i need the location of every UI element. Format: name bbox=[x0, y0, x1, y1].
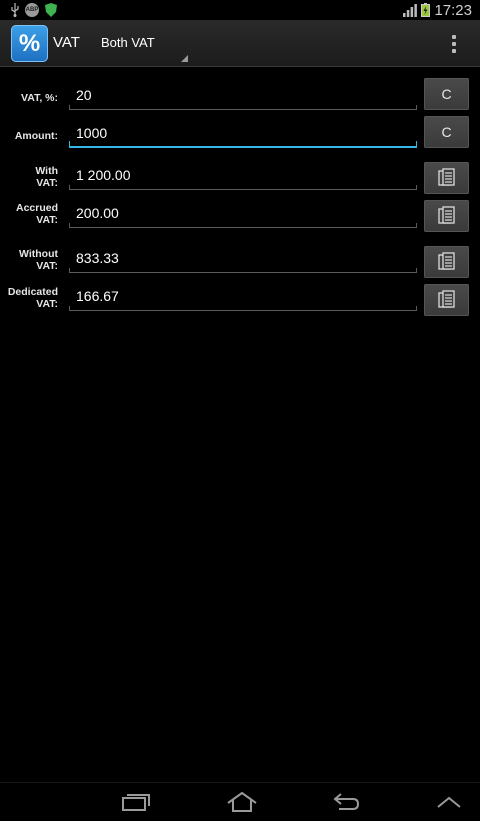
usb-icon bbox=[11, 3, 19, 17]
copy-icon bbox=[437, 252, 455, 270]
with-vat-label-line1: With bbox=[35, 165, 58, 177]
without-vat-label-line1: Without bbox=[19, 248, 58, 260]
spinner-arrow-icon bbox=[181, 55, 188, 62]
status-time: 17:23 bbox=[434, 1, 472, 19]
without-vat-row: Without VAT: 833.33 bbox=[0, 246, 480, 286]
recent-apps-button[interactable] bbox=[116, 787, 156, 817]
action-bar: % VAT Both VAT bbox=[0, 20, 480, 67]
without-vat-field[interactable]: 833.33 bbox=[69, 247, 417, 273]
amount-row: Amount: 1000 C bbox=[0, 116, 480, 156]
app-icon[interactable]: % bbox=[11, 25, 48, 62]
app-notification-icon: ABP bbox=[25, 3, 39, 17]
home-button[interactable] bbox=[222, 787, 262, 817]
with-vat-row: With VAT: 1 200.00 bbox=[0, 162, 480, 202]
status-bar: ABP 17:23 bbox=[0, 0, 480, 20]
dedicated-vat-label-line1: Dedicated bbox=[7, 286, 58, 298]
mode-spinner[interactable]: Both VAT bbox=[92, 26, 188, 62]
copy-accrued-vat-button[interactable] bbox=[424, 200, 469, 232]
navigation-bar bbox=[0, 782, 480, 821]
shield-icon bbox=[45, 3, 57, 17]
battery-charging-icon bbox=[421, 3, 431, 17]
accrued-vat-row: Accrued VAT: 200.00 bbox=[0, 200, 480, 240]
without-vat-label-line2: VAT: bbox=[36, 260, 58, 272]
with-vat-label-line2: VAT: bbox=[36, 177, 58, 189]
vat-rate-label: VAT, %: bbox=[21, 92, 58, 104]
back-icon bbox=[333, 793, 360, 810]
dedicated-vat-label: Dedicated VAT: bbox=[0, 286, 58, 310]
vat-rate-row: VAT, %: 20 C bbox=[0, 78, 480, 118]
recent-apps-icon bbox=[122, 794, 150, 811]
home-icon bbox=[227, 791, 257, 812]
with-vat-label: With VAT: bbox=[0, 165, 58, 189]
clear-vat-rate-button[interactable]: C bbox=[424, 78, 469, 110]
accrued-vat-label-line1: Accrued bbox=[15, 202, 58, 214]
dedicated-vat-label-line2: VAT: bbox=[36, 298, 58, 310]
up-arrow-button[interactable] bbox=[432, 787, 466, 817]
vat-rate-field[interactable]: 20 bbox=[69, 84, 417, 110]
signal-icon bbox=[403, 3, 418, 17]
overflow-menu-icon[interactable] bbox=[444, 30, 464, 58]
copy-with-vat-button[interactable] bbox=[424, 162, 469, 194]
dedicated-vat-field[interactable]: 166.67 bbox=[69, 285, 417, 311]
copy-without-vat-button[interactable] bbox=[424, 246, 469, 278]
accrued-vat-label-line2: VAT: bbox=[36, 214, 58, 226]
app-title: VAT bbox=[53, 34, 80, 51]
copy-icon bbox=[437, 206, 455, 224]
amount-field[interactable]: 1000 bbox=[69, 122, 417, 148]
accrued-vat-field[interactable]: 200.00 bbox=[69, 202, 417, 228]
accrued-vat-label: Accrued VAT: bbox=[0, 202, 58, 226]
copy-icon bbox=[437, 290, 455, 308]
copy-icon bbox=[437, 168, 455, 186]
copy-dedicated-vat-button[interactable] bbox=[424, 284, 469, 316]
dedicated-vat-row: Dedicated VAT: 166.67 bbox=[0, 284, 480, 324]
mode-spinner-label: Both VAT bbox=[101, 35, 155, 50]
back-button[interactable] bbox=[326, 787, 366, 817]
amount-label: Amount: bbox=[14, 130, 58, 142]
clear-amount-button[interactable]: C bbox=[424, 116, 469, 148]
with-vat-field[interactable]: 1 200.00 bbox=[69, 164, 417, 190]
without-vat-label: Without VAT: bbox=[0, 248, 58, 272]
up-arrow-icon bbox=[437, 796, 461, 808]
